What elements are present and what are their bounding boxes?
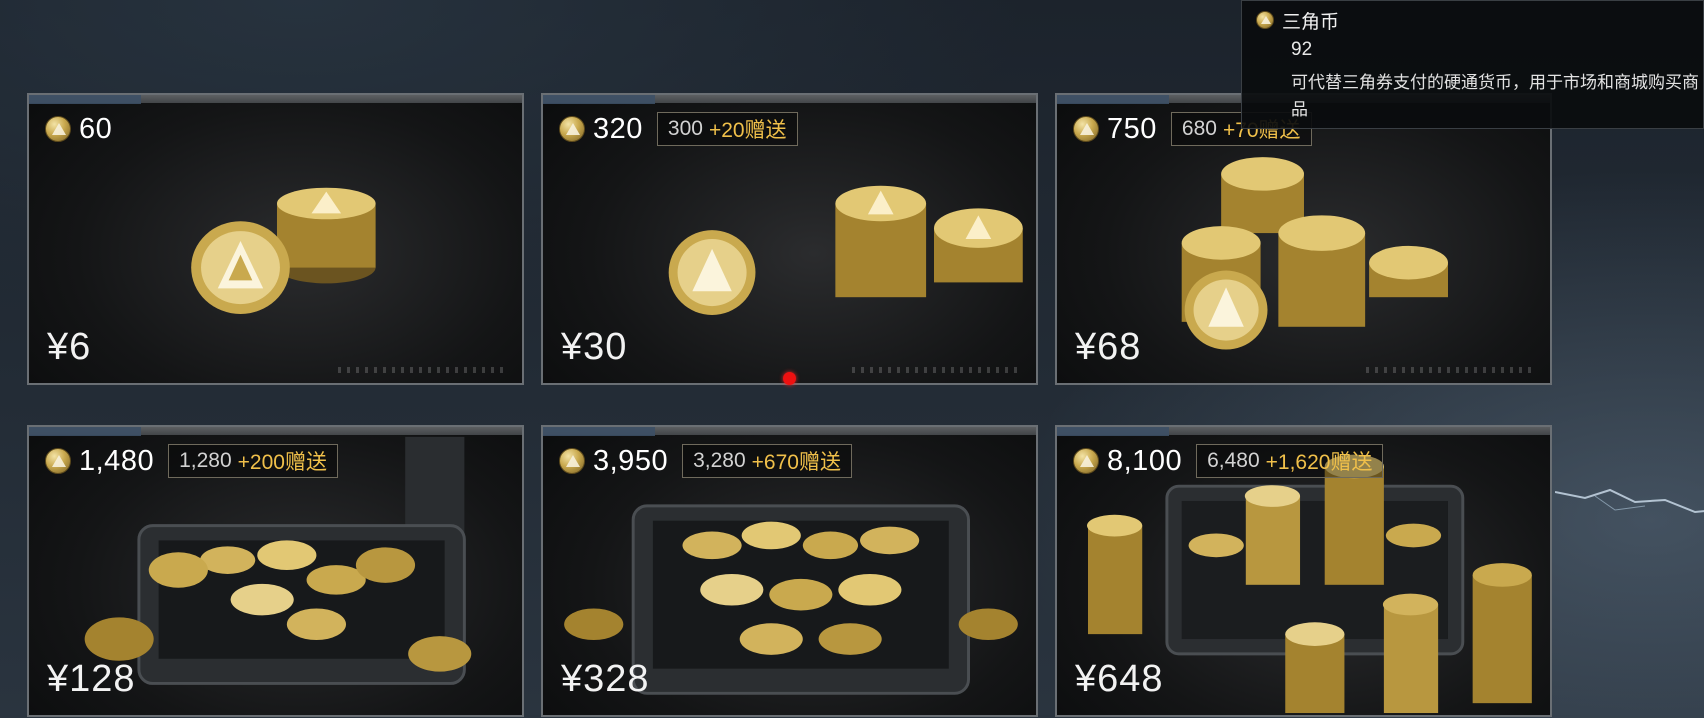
pack-price: ¥648 bbox=[1075, 658, 1164, 700]
pack-card-6[interactable]: 8,100 6,480 +1,620赠送 ¥648 bbox=[1055, 425, 1552, 717]
coin-amount: 750 bbox=[1107, 113, 1157, 145]
bonus-badge: 6,480 +1,620赠送 bbox=[1196, 444, 1384, 478]
coin-amount: 3,950 bbox=[593, 445, 669, 477]
triangle-coin-icon bbox=[45, 116, 71, 142]
bonus-extra-amount: +20赠送 bbox=[708, 119, 787, 142]
pack-card-3[interactable]: 750 680 +70赠送 ¥68 bbox=[1055, 93, 1552, 385]
currency-tooltip: 三角币 92 可代替三角券支付的硬通货币，用于市场和商城购买商品 bbox=[1241, 0, 1704, 129]
tooltip-header: 三角币 bbox=[1256, 9, 1689, 33]
bonus-badge: 300 +20赠送 bbox=[656, 112, 798, 146]
coin-amount: 1,480 bbox=[79, 445, 155, 477]
bonus-extra-amount: +1,620赠送 bbox=[1265, 451, 1373, 474]
pack-card-2[interactable]: 320 300 +20赠送 ¥30 bbox=[541, 93, 1038, 385]
lightning-decoration bbox=[1555, 488, 1704, 514]
bonus-base-amount: 6,480 bbox=[1207, 449, 1260, 472]
pack-price: ¥6 bbox=[47, 326, 92, 368]
pack-price: ¥30 bbox=[561, 326, 628, 368]
triangle-coin-icon bbox=[1256, 11, 1274, 29]
pack-price: ¥128 bbox=[47, 658, 136, 700]
triangle-coin-icon bbox=[559, 116, 585, 142]
coin-amount-row: 60 bbox=[45, 111, 112, 147]
currency-description: 可代替三角券支付的硬通货币，用于市场和商城购买商品 bbox=[1291, 73, 1699, 119]
card-corner-decoration bbox=[338, 367, 508, 373]
pack-price: ¥68 bbox=[1075, 326, 1142, 368]
bonus-badge: 1,280 +200赠送 bbox=[168, 444, 338, 478]
pack-price: ¥328 bbox=[561, 658, 650, 700]
store-page: 60 ¥6 320 300 +20赠送 ¥30 750 680 +70赠送 ¥6… bbox=[0, 0, 1704, 718]
bonus-base-amount: 300 bbox=[667, 117, 703, 140]
coin-amount-row: 320 300 +20赠送 bbox=[559, 111, 798, 147]
card-corner-decoration bbox=[1366, 367, 1536, 373]
currency-balance: 92 bbox=[1291, 39, 1313, 60]
coin-amount-row: 3,950 3,280 +670赠送 bbox=[559, 443, 852, 479]
bonus-base-amount: 1,280 bbox=[179, 449, 232, 472]
coin-amount: 8,100 bbox=[1107, 445, 1183, 477]
cursor-marker bbox=[783, 372, 796, 385]
card-corner-decoration bbox=[852, 367, 1022, 373]
triangle-coin-icon bbox=[45, 448, 71, 474]
bonus-extra-amount: +670赠送 bbox=[751, 451, 841, 474]
coin-amount: 60 bbox=[79, 113, 113, 145]
tooltip-title: 三角币 bbox=[1282, 11, 1340, 33]
coin-amount: 320 bbox=[593, 113, 643, 145]
bonus-base-amount: 680 bbox=[1181, 117, 1217, 140]
coin-amount-row: 8,100 6,480 +1,620赠送 bbox=[1073, 443, 1384, 479]
bonus-extra-amount: +200赠送 bbox=[237, 451, 327, 474]
triangle-coin-icon bbox=[559, 448, 585, 474]
triangle-coin-icon bbox=[1073, 448, 1099, 474]
coin-amount-row: 1,480 1,280 +200赠送 bbox=[45, 443, 338, 479]
bonus-badge: 3,280 +670赠送 bbox=[682, 444, 852, 478]
pack-card-5[interactable]: 3,950 3,280 +670赠送 ¥328 bbox=[541, 425, 1038, 717]
bonus-base-amount: 3,280 bbox=[693, 449, 746, 472]
pack-card-4[interactable]: 1,480 1,280 +200赠送 ¥128 bbox=[27, 425, 524, 717]
pack-card-1[interactable]: 60 ¥6 bbox=[27, 93, 524, 385]
triangle-coin-icon bbox=[1073, 116, 1099, 142]
